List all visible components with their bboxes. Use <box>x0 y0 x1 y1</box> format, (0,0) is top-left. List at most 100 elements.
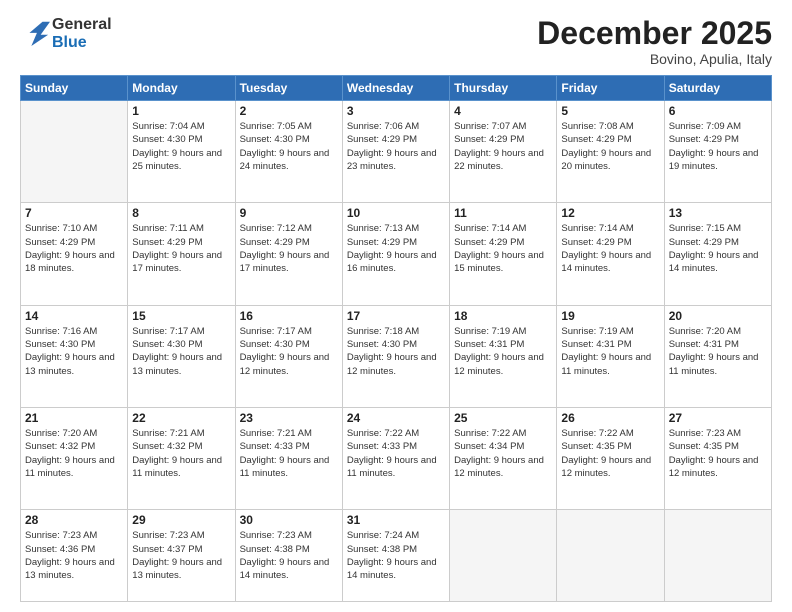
day-info: Sunrise: 7:17 AMSunset: 4:30 PMDaylight:… <box>132 325 230 378</box>
day-number: 10 <box>347 206 445 220</box>
calendar-cell: 1Sunrise: 7:04 AMSunset: 4:30 PMDaylight… <box>128 101 235 203</box>
calendar-cell: 11 Sunrise: 7:14 AMSunset: 4:29 PMDayligh… <box>450 203 557 305</box>
day-number: 23 <box>240 411 338 425</box>
day-info: Sunrise: 7:21 AMSunset: 4:32 PMDaylight:… <box>132 427 230 480</box>
month-title: December 2025 <box>537 16 772 51</box>
calendar-cell: 23 Sunrise: 7:21 AMSunset: 4:33 PMDayligh… <box>235 408 342 510</box>
day-number: 4 <box>454 104 552 118</box>
calendar-cell: 16 Sunrise: 7:17 AMSunset: 4:30 PMDayligh… <box>235 305 342 407</box>
calendar-cell: 25 Sunrise: 7:22 AMSunset: 4:34 PMDayligh… <box>450 408 557 510</box>
calendar-cell: 27 Sunrise: 7:23 AMSunset: 4:35 PMDayligh… <box>664 408 771 510</box>
day-number: 16 <box>240 309 338 323</box>
weekday-header-wednesday: Wednesday <box>342 76 449 101</box>
day-info: Sunrise: 7:06 AMSunset: 4:29 PMDaylight:… <box>347 120 445 173</box>
day-number: 30 <box>240 513 338 527</box>
calendar-cell: 17 Sunrise: 7:18 AMSunset: 4:30 PMDayligh… <box>342 305 449 407</box>
day-info: Sunrise: 7:19 AMSunset: 4:31 PMDaylight:… <box>454 325 552 378</box>
day-info: Sunrise: 7:21 AMSunset: 4:33 PMDaylight:… <box>240 427 338 480</box>
day-number: 6 <box>669 104 767 118</box>
day-info: Sunrise: 7:18 AMSunset: 4:30 PMDaylight:… <box>347 325 445 378</box>
weekday-header-monday: Monday <box>128 76 235 101</box>
calendar-cell: 4 Sunrise: 7:07 AMSunset: 4:29 PMDaylight… <box>450 101 557 203</box>
calendar-cell: 24 Sunrise: 7:22 AMSunset: 4:33 PMDayligh… <box>342 408 449 510</box>
calendar-cell: 18 Sunrise: 7:19 AMSunset: 4:31 PMDayligh… <box>450 305 557 407</box>
calendar-cell: 10 Sunrise: 7:13 AMSunset: 4:29 PMDayligh… <box>342 203 449 305</box>
day-info: Sunrise: 7:09 AMSunset: 4:29 PMDaylight:… <box>669 120 767 173</box>
calendar-cell: 14 Sunrise: 7:16 AMSunset: 4:30 PMDayligh… <box>21 305 128 407</box>
header: General Blue December 2025 Bovino, Apuli… <box>20 16 772 67</box>
day-info: Sunrise: 7:22 AMSunset: 4:34 PMDaylight:… <box>454 427 552 480</box>
logo-general: General <box>52 16 112 34</box>
calendar-cell: 31 Sunrise: 7:24 AMSunset: 4:38 PMDayligh… <box>342 510 449 602</box>
weekday-header-row: SundayMondayTuesdayWednesdayThursdayFrid… <box>21 76 772 101</box>
day-number: 2 <box>240 104 338 118</box>
calendar-week-row: 1Sunrise: 7:04 AMSunset: 4:30 PMDaylight… <box>21 101 772 203</box>
day-info: Sunrise: 7:11 AMSunset: 4:29 PMDaylight:… <box>132 222 230 275</box>
day-info: Sunrise: 7:20 AMSunset: 4:32 PMDaylight:… <box>25 427 123 480</box>
day-number: 18 <box>454 309 552 323</box>
day-info: Sunrise: 7:12 AMSunset: 4:29 PMDaylight:… <box>240 222 338 275</box>
day-number: 21 <box>25 411 123 425</box>
calendar-cell: 9Sunrise: 7:12 AMSunset: 4:29 PMDaylight… <box>235 203 342 305</box>
logo-blue: Blue <box>52 34 112 52</box>
calendar-cell: 28Sunrise: 7:23 AMSunset: 4:36 PMDayligh… <box>21 510 128 602</box>
calendar-cell: 26Sunrise: 7:22 AMSunset: 4:35 PMDayligh… <box>557 408 664 510</box>
day-info: Sunrise: 7:22 AMSunset: 4:33 PMDaylight:… <box>347 427 445 480</box>
day-info: Sunrise: 7:17 AMSunset: 4:30 PMDaylight:… <box>240 325 338 378</box>
day-number: 7 <box>25 206 123 220</box>
calendar-cell <box>450 510 557 602</box>
day-info: Sunrise: 7:23 AMSunset: 4:38 PMDaylight:… <box>240 529 338 582</box>
weekday-header-tuesday: Tuesday <box>235 76 342 101</box>
calendar-cell: 20Sunrise: 7:20 AMSunset: 4:31 PMDayligh… <box>664 305 771 407</box>
day-number: 13 <box>669 206 767 220</box>
day-info: Sunrise: 7:13 AMSunset: 4:29 PMDaylight:… <box>347 222 445 275</box>
day-number: 25 <box>454 411 552 425</box>
calendar-week-row: 14 Sunrise: 7:16 AMSunset: 4:30 PMDayligh… <box>21 305 772 407</box>
day-info: Sunrise: 7:22 AMSunset: 4:35 PMDaylight:… <box>561 427 659 480</box>
day-number: 3 <box>347 104 445 118</box>
calendar-cell: 30 Sunrise: 7:23 AMSunset: 4:38 PMDayligh… <box>235 510 342 602</box>
day-number: 27 <box>669 411 767 425</box>
day-info: Sunrise: 7:16 AMSunset: 4:30 PMDaylight:… <box>25 325 123 378</box>
day-number: 29 <box>132 513 230 527</box>
calendar-cell: 13 Sunrise: 7:15 AMSunset: 4:29 PMDayligh… <box>664 203 771 305</box>
day-info: Sunrise: 7:15 AMSunset: 4:29 PMDaylight:… <box>669 222 767 275</box>
day-info: Sunrise: 7:20 AMSunset: 4:31 PMDaylight:… <box>669 325 767 378</box>
weekday-header-sunday: Sunday <box>21 76 128 101</box>
day-number: 31 <box>347 513 445 527</box>
calendar-table: SundayMondayTuesdayWednesdayThursdayFrid… <box>20 75 772 602</box>
calendar-cell: 29Sunrise: 7:23 AMSunset: 4:37 PMDayligh… <box>128 510 235 602</box>
day-info: Sunrise: 7:23 AMSunset: 4:35 PMDaylight:… <box>669 427 767 480</box>
calendar-cell: 3 Sunrise: 7:06 AMSunset: 4:29 PMDaylight… <box>342 101 449 203</box>
day-number: 11 <box>454 206 552 220</box>
day-info: Sunrise: 7:24 AMSunset: 4:38 PMDaylight:… <box>347 529 445 582</box>
day-info: Sunrise: 7:19 AMSunset: 4:31 PMDaylight:… <box>561 325 659 378</box>
calendar-week-row: 28Sunrise: 7:23 AMSunset: 4:36 PMDayligh… <box>21 510 772 602</box>
calendar-cell: 21 Sunrise: 7:20 AMSunset: 4:32 PMDayligh… <box>21 408 128 510</box>
calendar-cell: 7 Sunrise: 7:10 AMSunset: 4:29 PMDaylight… <box>21 203 128 305</box>
day-number: 14 <box>25 309 123 323</box>
day-info: Sunrise: 7:10 AMSunset: 4:29 PMDaylight:… <box>25 222 123 275</box>
day-number: 22 <box>132 411 230 425</box>
calendar-cell <box>557 510 664 602</box>
day-number: 8 <box>132 206 230 220</box>
calendar-cell <box>664 510 771 602</box>
calendar-cell: 8 Sunrise: 7:11 AMSunset: 4:29 PMDaylight… <box>128 203 235 305</box>
calendar-cell: 12Sunrise: 7:14 AMSunset: 4:29 PMDayligh… <box>557 203 664 305</box>
day-number: 24 <box>347 411 445 425</box>
day-info: Sunrise: 7:14 AMSunset: 4:29 PMDaylight:… <box>561 222 659 275</box>
day-number: 19 <box>561 309 659 323</box>
day-info: Sunrise: 7:05 AMSunset: 4:30 PMDaylight:… <box>240 120 338 173</box>
day-number: 15 <box>132 309 230 323</box>
calendar-cell: 2 Sunrise: 7:05 AMSunset: 4:30 PMDaylight… <box>235 101 342 203</box>
logo: General Blue <box>20 16 112 53</box>
day-number: 1 <box>132 104 230 118</box>
day-number: 17 <box>347 309 445 323</box>
day-info: Sunrise: 7:07 AMSunset: 4:29 PMDaylight:… <box>454 120 552 173</box>
page: General Blue December 2025 Bovino, Apuli… <box>0 0 792 612</box>
day-info: Sunrise: 7:14 AMSunset: 4:29 PMDaylight:… <box>454 222 552 275</box>
day-info: Sunrise: 7:08 AMSunset: 4:29 PMDaylight:… <box>561 120 659 173</box>
calendar-cell: 5Sunrise: 7:08 AMSunset: 4:29 PMDaylight… <box>557 101 664 203</box>
weekday-header-friday: Friday <box>557 76 664 101</box>
calendar-cell: 22 Sunrise: 7:21 AMSunset: 4:32 PMDayligh… <box>128 408 235 510</box>
